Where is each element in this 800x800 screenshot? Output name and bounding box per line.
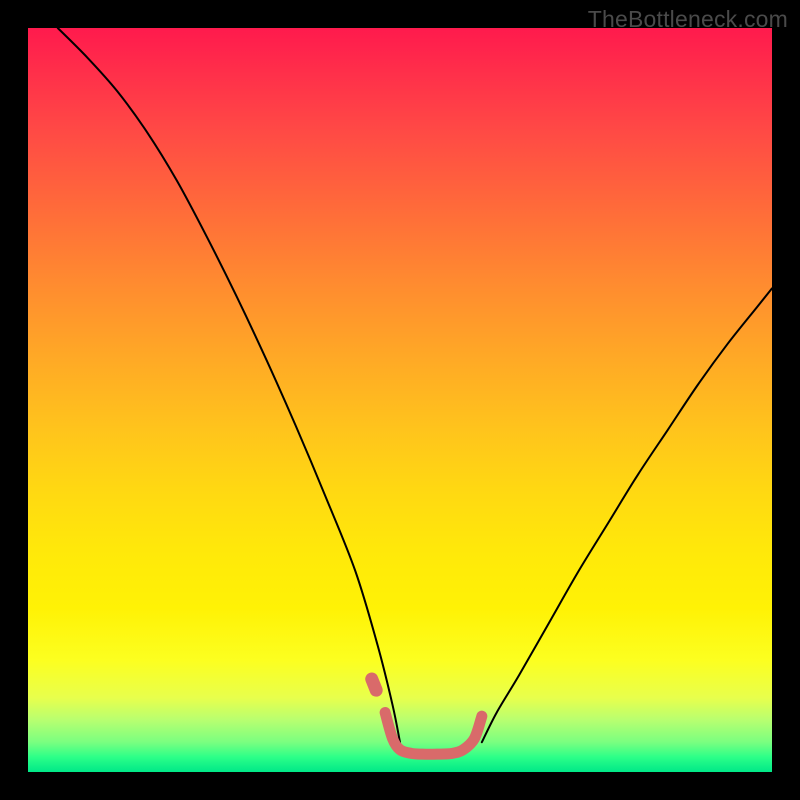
watermark-text: TheBottleneck.com <box>588 6 788 33</box>
plot-area <box>28 28 772 772</box>
curve-layer <box>28 28 772 772</box>
series-right-branch <box>482 288 772 742</box>
series-left-branch <box>58 28 400 742</box>
series-valley-highlight <box>385 712 482 754</box>
series-valley-dot <box>372 679 376 690</box>
chart-frame: TheBottleneck.com <box>0 0 800 800</box>
